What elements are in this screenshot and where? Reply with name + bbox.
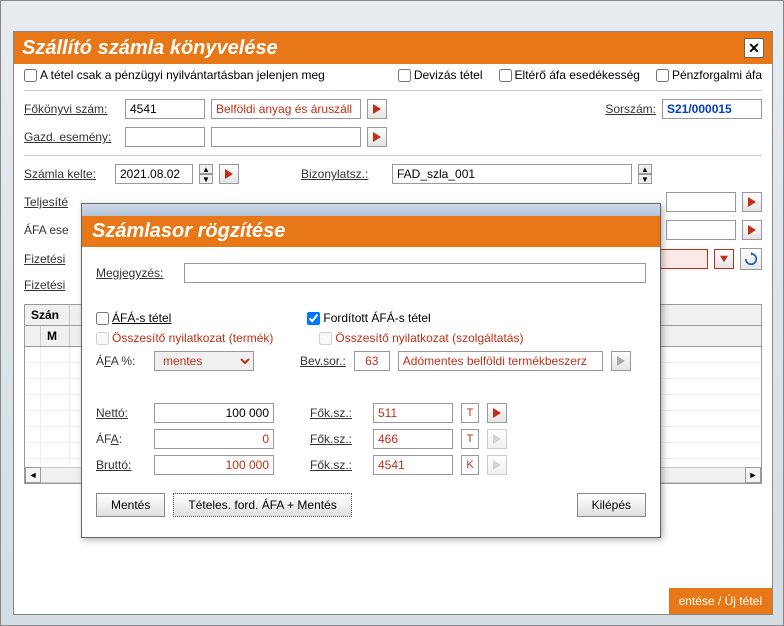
netto-row: Nettó: Fők.sz.: T: [96, 403, 646, 423]
col-m[interactable]: M: [41, 326, 70, 346]
gazd-label: Gazd. esemény:: [24, 130, 119, 144]
modal-buttons: Mentés Tételes. ford. ÁFA + Mentés Kilép…: [96, 493, 646, 517]
main-title: Szállító számla könyvelése: [22, 37, 744, 60]
foksz1-button[interactable]: [487, 403, 507, 423]
afa-ese-label: ÁFA ese: [24, 223, 79, 237]
bevsor-desc[interactable]: [398, 351, 603, 371]
gazd-input[interactable]: [125, 127, 205, 147]
col-szan[interactable]: Szán: [25, 305, 70, 325]
netto-input[interactable]: [154, 403, 274, 423]
t-badge-2: T: [461, 429, 479, 449]
szamla-kelte-row: Számla kelte: ▲▼ Bizonylatsz.: ▲▼: [14, 160, 772, 188]
fizetesi-dropdown[interactable]: [714, 249, 734, 269]
bizonylat-label: Bizonylatsz.:: [301, 167, 386, 181]
sorszam-label: Sorszám:: [605, 102, 656, 116]
afa-pct-select[interactable]: mentes: [154, 351, 254, 371]
brutto-row: Bruttó: Fők.sz.: K: [96, 455, 646, 475]
close-icon[interactable]: ✕: [744, 38, 764, 58]
scroll-right-icon[interactable]: ►: [745, 467, 761, 483]
netto-label: Nettó:: [96, 406, 146, 420]
megjegyzes-label: Megjegyzés:: [96, 266, 176, 280]
foksz2-label: Fők.sz.:: [310, 432, 365, 446]
fokonyvi-row: Főkönyvi szám: Sorszám:: [14, 95, 772, 123]
kilepes-button[interactable]: Kilépés: [577, 493, 646, 517]
afa-input[interactable]: [154, 429, 274, 449]
gazd-desc[interactable]: [211, 127, 361, 147]
afa-pct-label: ÁFA %:: [96, 354, 146, 368]
foksz2-input[interactable]: [373, 429, 453, 449]
afa-pct-row: ÁFA %: mentes Bev.sor.:: [96, 351, 646, 371]
bevsor-button[interactable]: [611, 351, 631, 371]
t-badge-1: T: [461, 403, 479, 423]
foksz1-input[interactable]: [373, 403, 453, 423]
megjegyzes-row: Megjegyzés:: [96, 263, 646, 283]
teteles-button[interactable]: Tételes. ford. ÁFA + Mentés: [173, 493, 351, 517]
afa-row: ÁFA: Fők.sz.: T: [96, 429, 646, 449]
chk-devizas[interactable]: Devizás tétel: [398, 68, 483, 82]
date-spinner[interactable]: ▲▼: [199, 164, 213, 184]
modal-szamlasor: Számlasor rögzítése Megjegyzés: ÁFÁ-s té…: [81, 203, 661, 538]
chk-ossz-termek[interactable]: Összesítő nyilatkozat (termék): [96, 331, 273, 345]
top-checkbox-row: A tétel csak a pénzügyi nyilvántartásban…: [14, 64, 772, 86]
k-badge: K: [461, 455, 479, 475]
fokonyvi-desc[interactable]: [211, 99, 361, 119]
foksz3-button[interactable]: [487, 455, 507, 475]
fizetesi-label: Fizetési: [24, 252, 79, 266]
modal-dragbar[interactable]: [82, 204, 660, 216]
brutto-input[interactable]: [154, 455, 274, 475]
chk-forditott[interactable]: Fordított ÁFÁ-s tétel: [307, 311, 430, 325]
modal-body: Megjegyzés: ÁFÁ-s tétel Fordított ÁFÁ-s …: [82, 247, 660, 537]
fizetesi2-label: Fizetési: [24, 278, 79, 292]
fokonyvi-lookup-button[interactable]: [367, 99, 387, 119]
chk-penzforgalmi[interactable]: Pénzforgalmi áfa: [656, 68, 762, 82]
bizonylat-input[interactable]: [392, 164, 632, 184]
afa-label: ÁFA:: [96, 432, 146, 446]
foksz3-input[interactable]: [373, 455, 453, 475]
fokonyvi-label: Főkönyvi szám:: [24, 102, 119, 116]
chk-penzugyi[interactable]: A tétel csak a pénzügyi nyilvántartásban…: [24, 68, 325, 82]
bevsor-input[interactable]: [354, 351, 390, 371]
scroll-left-icon[interactable]: ◄: [25, 467, 41, 483]
osszesito-row: Összesítő nyilatkozat (termék) Összesítő…: [96, 331, 646, 345]
afa-ese-input[interactable]: [666, 220, 736, 240]
foksz3-label: Fők.sz.:: [310, 458, 365, 472]
chk-ossz-szolg[interactable]: Összesítő nyilatkozat (szolgáltatás): [319, 331, 523, 345]
teljesites-input[interactable]: [666, 192, 736, 212]
afa-ese-button[interactable]: [742, 220, 762, 240]
teljesites-label: Teljesíté: [24, 195, 79, 209]
refresh-icon[interactable]: [740, 248, 762, 270]
foksz1-label: Fők.sz.:: [310, 406, 365, 420]
szamla-kelte-label: Számla kelte:: [24, 167, 109, 181]
chk-eltero[interactable]: Eltérő áfa esedékesség: [499, 68, 640, 82]
modal-title: Számlasor rögzítése: [82, 216, 660, 247]
footer-save-button[interactable]: entése / Új tétel: [669, 588, 772, 614]
brutto-label: Bruttó:: [96, 458, 146, 472]
bizonylat-spinner[interactable]: ▲▼: [638, 164, 652, 184]
megjegyzes-input[interactable]: [184, 263, 646, 283]
szamla-kelte-input[interactable]: [115, 164, 193, 184]
sorszam-input[interactable]: [662, 99, 762, 119]
chk-afas[interactable]: ÁFÁ-s tétel: [96, 311, 171, 325]
gazd-lookup-button[interactable]: [367, 127, 387, 147]
teljesites-button[interactable]: [742, 192, 762, 212]
gazd-row: Gazd. esemény:: [14, 123, 772, 151]
mentes-button[interactable]: Mentés: [96, 493, 165, 517]
app-window: Szállító számla könyvelése ✕ A tétel csa…: [0, 0, 784, 626]
szamla-kelte-button[interactable]: [219, 164, 239, 184]
main-titlebar: Szállító számla könyvelése ✕: [14, 32, 772, 64]
afas-row: ÁFÁ-s tétel Fordított ÁFÁ-s tétel: [96, 311, 646, 325]
bevsor-label: Bev.sor.:: [300, 354, 346, 368]
fokonyvi-input[interactable]: [125, 99, 205, 119]
foksz2-button[interactable]: [487, 429, 507, 449]
